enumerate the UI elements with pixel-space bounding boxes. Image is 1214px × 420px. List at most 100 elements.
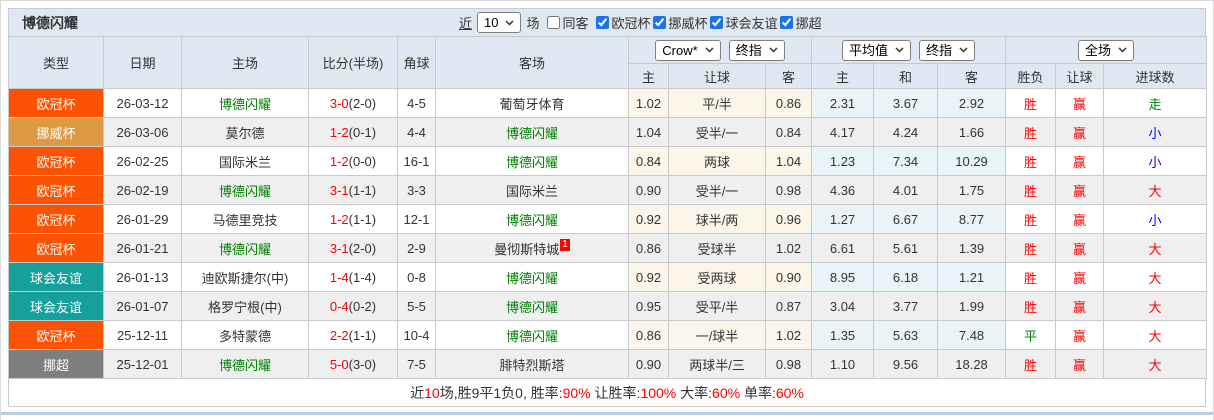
chevron-down-icon	[959, 47, 968, 53]
average-odds-group-header: 平均值 终指	[811, 36, 1007, 64]
wdl-result-cell: 胜	[1005, 175, 1057, 205]
bookmaker-stage-select[interactable]: 终指	[728, 39, 785, 61]
league-filter-2[interactable]: 球会友谊	[709, 13, 778, 32]
halftime-score: (1-1)	[348, 211, 377, 227]
handicap-result-cell: 赢	[1055, 233, 1105, 263]
avg-away-odds-cell: 7.48	[937, 320, 1007, 350]
average-stage-select[interactable]: 终指	[919, 39, 976, 61]
fulltime-score: 2-2	[329, 327, 349, 343]
handicap-result-cell: 赢	[1055, 117, 1105, 147]
score-cell: 1-2(0-1)	[308, 117, 398, 147]
handicap-line-cell: 受平/半	[668, 291, 766, 321]
home-team-cell: 博德闪耀	[181, 233, 309, 263]
date-cell: 26-03-06	[103, 117, 182, 147]
subcol-avg-home: 主	[811, 63, 875, 89]
goals-result-cell: 小	[1103, 117, 1208, 147]
handicap-home-odds-cell: 0.84	[628, 146, 669, 176]
handicap-line-cell: 一/球半	[668, 320, 766, 350]
avg-home-odds-cell: 1.35	[811, 320, 875, 350]
corners-cell: 5-5	[397, 291, 436, 321]
handicap-away-odds-cell: 0.84	[764, 117, 813, 147]
table-row: 挪超 25-12-01 博德闪耀 5-0(3-0) 7-5 腓特烈斯塔 0.90…	[8, 349, 1208, 379]
avg-home-odds-cell: 4.17	[811, 117, 875, 147]
avg-away-odds-cell: 1.21	[937, 262, 1007, 292]
league-filter-1[interactable]: 挪威杯	[652, 13, 708, 32]
league-filter-3[interactable]: 挪超	[779, 13, 822, 32]
handicap-line-cell: 受两球	[668, 262, 766, 292]
away-team-cell: 博德闪耀	[435, 204, 629, 234]
league-filter-0[interactable]: 欧冠杯	[595, 13, 651, 32]
fulltime-score: 1-2	[329, 153, 349, 169]
away-team-cell: 曼彻斯特城 1	[435, 233, 629, 263]
goals-result-cell: 大	[1103, 320, 1208, 350]
goals-result-cell: 大	[1103, 291, 1208, 321]
table-row: 欧冠杯 26-02-25 国际米兰 1-2(0-0) 16-1 博德闪耀 0.8…	[8, 146, 1208, 176]
handicap-result-cell: 赢	[1055, 262, 1105, 292]
handicap-away-odds-cell: 1.02	[764, 320, 813, 350]
avg-draw-odds-cell: 4.24	[873, 117, 939, 147]
home-team-cell: 博德闪耀	[181, 175, 309, 205]
fulltime-score: 1-2	[329, 124, 349, 140]
score-cell: 5-0(3-0)	[308, 349, 398, 379]
corners-cell: 10-4	[397, 320, 436, 350]
date-cell: 26-01-29	[103, 204, 182, 234]
handicap-home-odds-cell: 0.86	[628, 320, 669, 350]
away-team-name: 国际米兰	[505, 183, 558, 199]
chevron-down-icon	[769, 47, 778, 53]
handicap-line-cell: 两球半/三	[668, 349, 766, 379]
home-team-cell: 马德里竞技	[181, 204, 309, 234]
chevron-down-icon	[1118, 47, 1127, 53]
away-team-cell: 博德闪耀	[435, 146, 629, 176]
scope-select[interactable]: 全场	[1078, 39, 1135, 61]
fulltime-score: 0-4	[329, 298, 349, 314]
games-unit-label: 场	[526, 16, 540, 31]
same-away-checkbox[interactable]	[546, 16, 560, 29]
handicap-result-cell: 赢	[1055, 349, 1105, 379]
recent-count-select[interactable]: 10	[477, 12, 522, 33]
table-row: 挪威杯 26-03-06 莫尔德 1-2(0-1) 4-4 博德闪耀 1.04 …	[8, 117, 1208, 147]
wdl-result-cell: 胜	[1005, 233, 1057, 263]
halftime-score: (0-0)	[348, 153, 377, 169]
league-type-cell: 挪威杯	[8, 117, 104, 147]
handicap-result-cell: 赢	[1055, 175, 1105, 205]
avg-away-odds-cell: 8.77	[937, 204, 1007, 234]
away-team-name: 腓特烈斯塔	[499, 357, 565, 373]
recent-link[interactable]: 近	[459, 13, 472, 32]
same-away-toggle[interactable]: 同客	[546, 13, 589, 32]
subcol-handicap-away: 客	[764, 63, 813, 89]
league-type-cell: 欧冠杯	[8, 233, 104, 263]
avg-draw-odds-cell: 9.56	[873, 349, 939, 379]
league-filter-label: 挪威杯	[668, 16, 708, 31]
corners-cell: 0-8	[397, 262, 436, 292]
wdl-result-cell: 胜	[1005, 146, 1057, 176]
away-team-name: 曼彻斯特城	[494, 241, 560, 257]
away-team-cell: 博德闪耀	[435, 117, 629, 147]
bookmaker-select[interactable]: Crow*	[655, 39, 721, 61]
league-filter-checkbox[interactable]	[779, 16, 793, 29]
league-type-cell: 球会友谊	[8, 262, 104, 292]
fulltime-score: 1-4	[329, 269, 349, 285]
avg-away-odds-cell: 1.39	[937, 233, 1007, 263]
fulltime-score: 3-1	[329, 182, 349, 198]
league-filter-checkbox[interactable]	[595, 16, 609, 29]
average-select[interactable]: 平均值	[842, 39, 912, 61]
same-away-label: 同客	[562, 16, 589, 31]
table-row: 欧冠杯 26-03-12 博德闪耀 3-0(2-0) 4-5 葡萄牙体育 1.0…	[8, 88, 1208, 118]
avg-away-odds-cell: 1.66	[937, 117, 1007, 147]
league-type-cell: 球会友谊	[8, 291, 104, 321]
halftime-score: (2-0)	[348, 240, 377, 256]
wdl-result-cell: 胜	[1005, 88, 1057, 118]
date-cell: 26-01-13	[103, 262, 182, 292]
league-filter-checkbox[interactable]	[709, 16, 723, 29]
handicap-group-header: Crow* 终指	[627, 36, 813, 64]
fulltime-score: 5-0	[329, 356, 349, 372]
fulltime-score: 3-0	[329, 95, 349, 111]
handicap-line-cell: 两球	[668, 146, 766, 176]
avg-home-odds-cell: 3.04	[811, 291, 875, 321]
league-type-cell: 欧冠杯	[8, 320, 104, 350]
handicap-away-odds-cell: 0.98	[764, 349, 813, 379]
handicap-home-odds-cell: 0.86	[628, 233, 669, 263]
league-filter-group: 欧冠杯 挪威杯 球会友谊 挪超	[594, 13, 822, 32]
league-filter-checkbox[interactable]	[652, 16, 666, 29]
table-row: 欧冠杯 26-01-29 马德里竞技 1-2(1-1) 12-1 博德闪耀 0.…	[8, 204, 1208, 234]
